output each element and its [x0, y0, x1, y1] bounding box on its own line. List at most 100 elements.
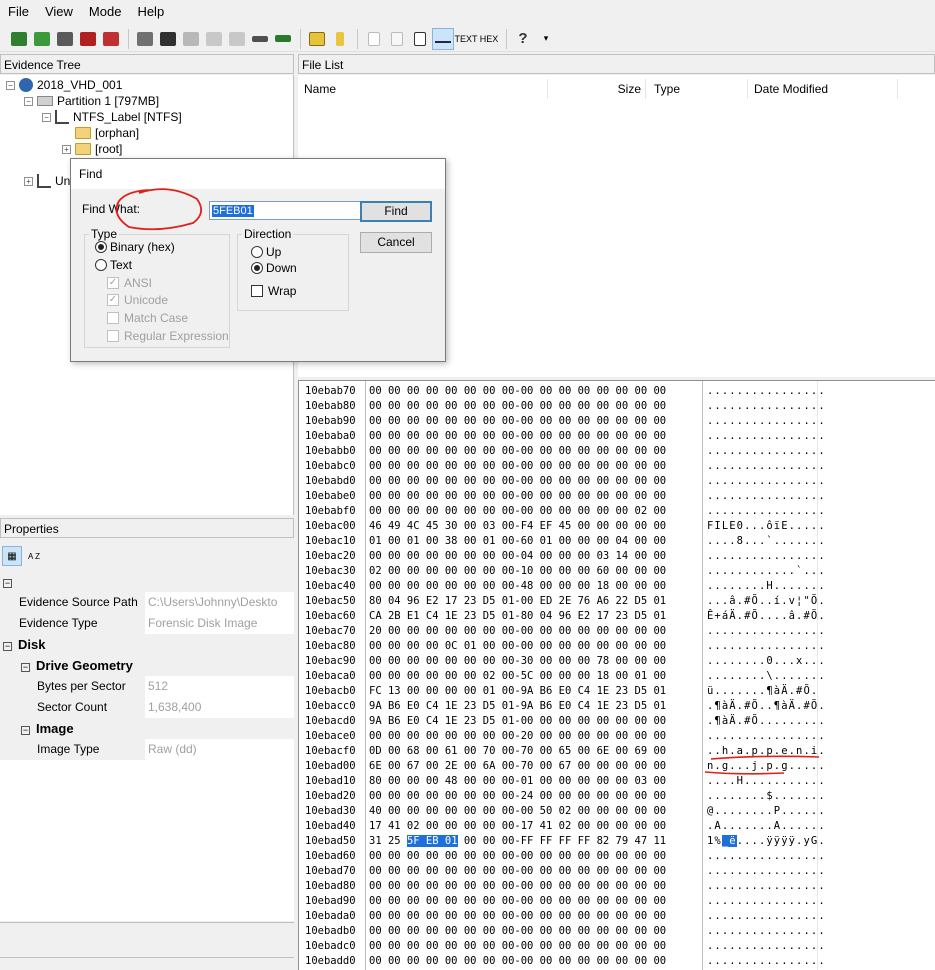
disk-info-icon[interactable] — [409, 28, 431, 50]
tree-node-label: [root] — [95, 142, 123, 156]
tree-node-root[interactable]: + [root] — [62, 141, 122, 157]
text-view-button[interactable]: TEXT — [455, 28, 478, 50]
collapse-icon[interactable]: − — [3, 579, 12, 588]
find-what-value: 5FEB01 — [212, 205, 254, 217]
toolbar-separator — [506, 28, 507, 49]
cancel-button[interactable]: Cancel — [360, 232, 432, 253]
folder-icon — [75, 143, 91, 155]
checkbox-label: ANSI — [124, 276, 153, 290]
collapse-icon[interactable]: − — [42, 112, 51, 122]
type-binary-radio[interactable]: Binary (hex) — [95, 240, 175, 254]
property-row[interactable]: Evidence Type Forensic Disk Image — [0, 613, 294, 634]
radio-selected — [95, 241, 107, 253]
hex-view-button[interactable]: HEX — [478, 28, 500, 50]
unchecked-box — [107, 330, 119, 342]
column-header-date-modified[interactable]: Date Modified — [748, 79, 898, 99]
toolbar-separator — [128, 28, 129, 49]
expand-icon[interactable]: + — [62, 144, 71, 154]
property-row[interactable]: Sector Count 1,638,400 — [0, 697, 294, 718]
remove-all-icon[interactable] — [100, 28, 122, 50]
document-icon[interactable] — [363, 28, 385, 50]
radio-selected — [251, 262, 263, 274]
match-case-checkbox[interactable]: Match Case — [107, 311, 188, 325]
properties-toolbar: ▦ A Z — [0, 543, 294, 569]
folder-icon[interactable] — [306, 28, 328, 50]
create-image-icon[interactable] — [134, 28, 156, 50]
property-value: Raw (dd) — [148, 742, 197, 756]
direction-up-radio[interactable]: Up — [251, 245, 281, 259]
document-list-icon[interactable] — [386, 28, 408, 50]
menu-mode[interactable]: Mode — [81, 0, 130, 24]
property-row[interactable]: Image Type Raw (dd) — [0, 739, 294, 760]
natural-view-icon[interactable] — [432, 27, 454, 50]
decrypt-icon[interactable] — [226, 28, 248, 50]
find-button[interactable]: Find — [360, 201, 432, 222]
property-value: 1,638,400 — [148, 700, 202, 714]
tree-node-evidence[interactable]: − 2018_VHD_001 — [6, 77, 122, 93]
expand-icon[interactable]: + — [24, 176, 33, 186]
property-row[interactable]: Evidence Source Path C:\Users\Johnny\Des… — [0, 592, 294, 613]
verify-icon[interactable] — [203, 28, 225, 50]
export-icon[interactable] — [180, 28, 202, 50]
folder-icon — [75, 127, 91, 139]
checkbox-label: Match Case — [124, 311, 189, 325]
properties-grid: − Evidence Source Path C:\Users\Johnny\D… — [0, 571, 294, 921]
menu-help[interactable]: Help — [129, 0, 172, 24]
memory-chip-icon[interactable] — [272, 28, 294, 50]
column-header-name[interactable]: Name — [298, 79, 548, 99]
add-all-icon[interactable] — [31, 28, 53, 50]
category-label: Drive Geometry — [36, 658, 133, 673]
tree-node-label: Partition 1 [797MB] — [57, 94, 160, 108]
property-category-disk[interactable]: − Disk — [0, 634, 294, 655]
collapse-icon[interactable]: − — [3, 642, 12, 651]
alphabetical-sort-icon[interactable]: A Z — [24, 546, 44, 566]
radio-unselected — [95, 259, 107, 271]
image-mounting-icon[interactable] — [54, 28, 76, 50]
annotation-underline — [710, 755, 820, 760]
tree-node-orphan[interactable]: [orphan] — [75, 125, 139, 141]
collapse-icon[interactable]: − — [21, 663, 30, 672]
help-icon[interactable]: ? — [512, 28, 534, 50]
radio-label: Down — [266, 261, 297, 275]
properties-title: Properties — [0, 518, 294, 538]
property-category-drive-geometry[interactable]: − Drive Geometry — [0, 655, 294, 676]
menu-file[interactable]: File — [0, 0, 37, 24]
tree-node-ntfs[interactable]: − NTFS_Label [NTFS] — [42, 109, 182, 125]
toolbar: TEXT HEX ? ▾ — [0, 26, 935, 52]
radio-label: Up — [266, 245, 282, 259]
key-icon[interactable] — [329, 28, 351, 50]
file-list-title: File List — [298, 54, 935, 74]
checkbox-label: Regular Expression — [124, 329, 229, 343]
collapse-icon[interactable]: − — [24, 96, 33, 106]
save-icon[interactable] — [157, 28, 179, 50]
regex-checkbox[interactable]: Regular Expression — [107, 329, 229, 343]
type-text-radio[interactable]: Text — [95, 258, 132, 272]
toolbar-overflow-icon[interactable]: ▾ — [535, 28, 557, 50]
property-row[interactable]: Bytes per Sector 512 — [0, 676, 294, 697]
hex-view[interactable]: 10ebab70 00 00 00 00 00 00 00 00-00 00 00… — [298, 380, 935, 970]
property-value: 512 — [148, 679, 169, 693]
tree-node-partition[interactable]: − Partition 1 [797MB] — [24, 93, 159, 109]
radio-unselected — [251, 246, 263, 258]
unpartitioned-icon — [37, 174, 51, 188]
column-header-size[interactable]: Size — [548, 79, 646, 99]
unchecked-box — [107, 312, 119, 324]
direction-down-radio[interactable]: Down — [251, 261, 297, 275]
category-label: Image — [36, 721, 74, 736]
memory-capture-icon[interactable] — [249, 28, 271, 50]
unicode-checkbox[interactable]: ✓ Unicode — [107, 293, 168, 307]
menu-view[interactable]: View — [37, 0, 81, 24]
remove-evidence-icon[interactable] — [77, 28, 99, 50]
evidence-disk-icon — [19, 78, 33, 92]
collapse-icon[interactable]: − — [6, 80, 15, 90]
ansi-checkbox[interactable]: ✓ ANSI — [107, 276, 152, 290]
property-category-evidence[interactable]: − — [0, 571, 294, 592]
tree-node-unpartitioned[interactable]: + Un — [24, 173, 70, 189]
wrap-checkbox[interactable]: Wrap — [251, 284, 296, 298]
categorized-icon[interactable]: ▦ — [2, 546, 22, 566]
collapse-icon[interactable]: − — [21, 726, 30, 735]
column-header-type[interactable]: Type — [648, 79, 748, 99]
add-evidence-icon[interactable] — [8, 28, 30, 50]
property-category-image[interactable]: − Image — [0, 718, 294, 739]
property-value: Forensic Disk Image — [148, 616, 258, 630]
